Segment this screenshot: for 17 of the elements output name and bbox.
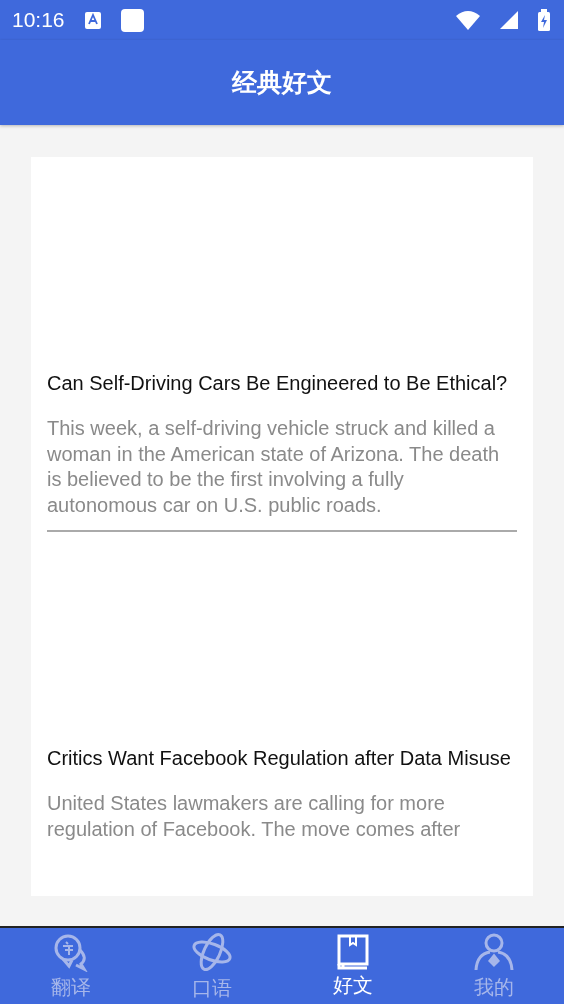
nav-tab[interactable]: 好文 [282, 928, 423, 1004]
atom-icon [190, 930, 233, 973]
status-time: 10:16 [12, 8, 65, 32]
battery-icon [538, 9, 550, 31]
square-icon [120, 8, 144, 32]
person-icon [472, 931, 515, 972]
wifi-icon [456, 10, 480, 30]
article-title[interactable]: Can Self-Driving Cars Be Engineered to Be Ethical? [47, 370, 517, 396]
article-summary: United States lawmakers are calling for more regulation of Facebook. The move comes after [47, 791, 462, 842]
nav-tab[interactable]: 口语 [141, 928, 282, 1004]
nav-tab[interactable]: 翻译 [0, 928, 141, 1004]
signal-icon [500, 11, 518, 29]
keyboard-a-icon [84, 11, 101, 29]
article-summary: This week, a self-driving vehicle struck and killed a woman in the American state of Arizona. The death is believed to be the first involving a fully autonomous car on U.S. public roads. [47, 416, 501, 518]
book-icon [335, 933, 370, 970]
page-title: 经典好文 [232, 67, 332, 99]
article-title[interactable]: Critics Want Facebook Regulation after Data Misuse [47, 745, 517, 771]
